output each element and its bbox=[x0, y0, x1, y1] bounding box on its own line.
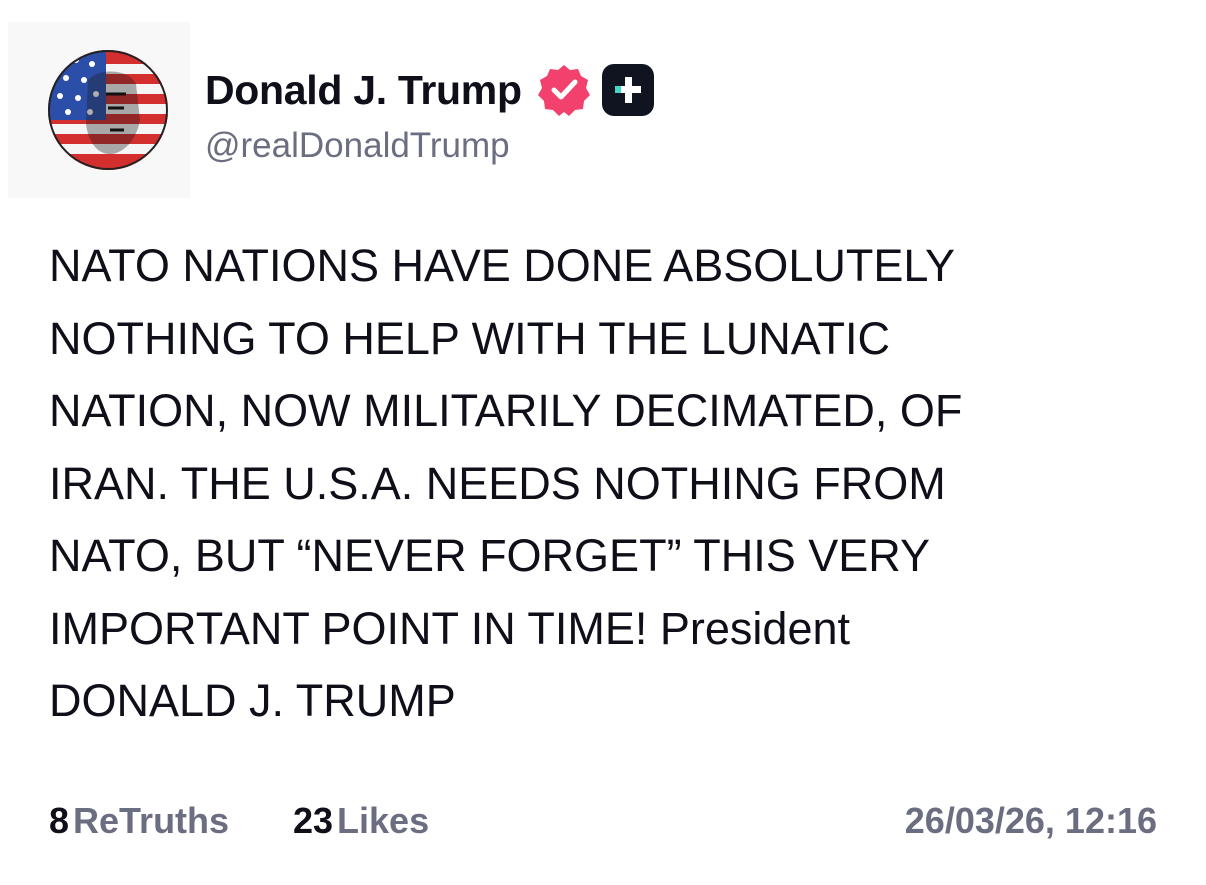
display-name[interactable]: Donald J. Trump bbox=[205, 67, 522, 114]
name-row: Donald J. Trump bbox=[205, 62, 654, 118]
verified-badge-icon bbox=[536, 62, 592, 118]
retruths-count: 8 bbox=[49, 800, 70, 841]
truth-plus-icon bbox=[601, 64, 654, 116]
retruths-label: ReTruths bbox=[73, 800, 230, 841]
likes-stat[interactable]: 23 Likes bbox=[293, 800, 429, 842]
post-timestamp: 26/03/26, 12:16 bbox=[904, 800, 1157, 841]
truth-post: Donald J. Trump @realDonaldTrump NATO NA… bbox=[0, 0, 1206, 885]
likes-label: Likes bbox=[337, 800, 430, 841]
likes-count: 23 bbox=[293, 800, 334, 841]
post-header: Donald J. Trump @realDonaldTrump bbox=[0, 0, 1206, 200]
flag-portrait-avatar-icon bbox=[48, 50, 168, 170]
post-body: NATO NATIONS HAVE DONE ABSOLUTELY NOTHIN… bbox=[49, 240, 963, 726]
avatar-container bbox=[8, 22, 190, 198]
retruths-stat[interactable]: 8 ReTruths bbox=[49, 800, 229, 842]
user-handle[interactable]: @realDonaldTrump bbox=[205, 126, 510, 166]
avatar[interactable] bbox=[48, 50, 168, 170]
post-footer: 8 ReTruths 23 Likes 26/03/26, 12:16 bbox=[49, 800, 1157, 850]
